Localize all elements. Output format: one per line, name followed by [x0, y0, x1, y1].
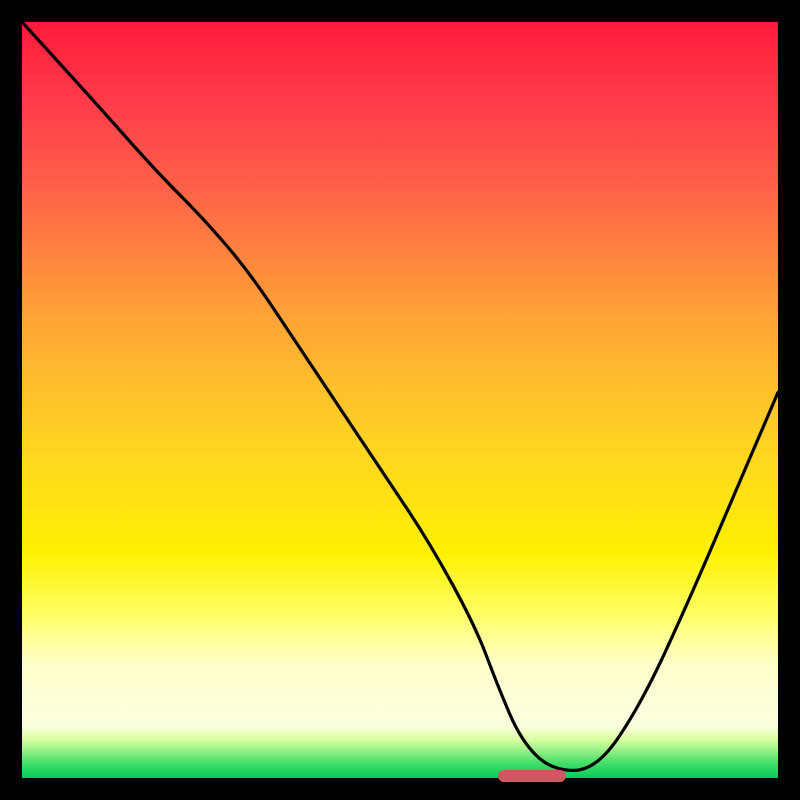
chart-frame: TheBottleneck.com — [0, 0, 800, 800]
optimal-range-marker — [498, 770, 566, 782]
bottleneck-curve — [22, 22, 778, 778]
chart-plot-area — [22, 22, 778, 778]
